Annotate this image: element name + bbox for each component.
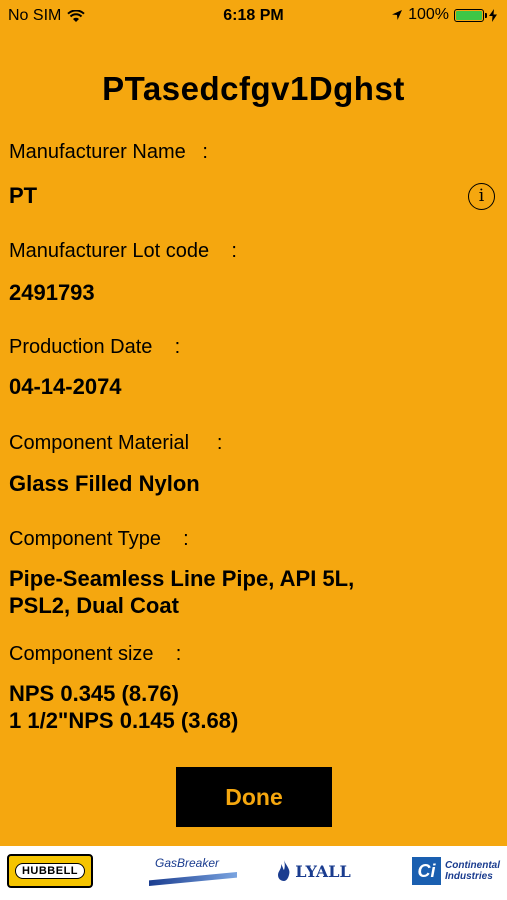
component-size-value: NPS 0.345 (8.76) 1 1/2"NPS 0.145 (3.68) — [9, 681, 239, 733]
manufacturer-name-value: PT — [9, 183, 38, 208]
status-bar: No SIM 6:18 PM 100% — [0, 0, 507, 32]
info-circle-icon: i — [478, 186, 485, 206]
lyall-logo-text: LYALL — [295, 861, 351, 881]
footer-logo-bar: HUBBELL GasBreaker LYALL Ci Continental … — [0, 846, 507, 900]
hubbell-logo-text: HUBBELL — [14, 863, 86, 879]
location-arrow-icon — [392, 10, 403, 20]
continental-mark-icon: Ci — [412, 857, 441, 885]
component-size-label: Component size : — [9, 643, 182, 665]
component-type-value: Pipe-Seamless Line Pipe, API 5L, PSL2, D… — [9, 566, 355, 618]
hubbell-logo[interactable]: HUBBELL — [7, 854, 93, 888]
continental-line2: Industries — [445, 871, 493, 882]
continental-line1: Continental — [445, 860, 500, 871]
battery-percent: 100% — [408, 6, 449, 23]
manufacturer-name-label: Manufacturer Name : — [9, 141, 208, 163]
status-right: 100% — [391, 6, 497, 24]
flame-icon — [278, 860, 290, 881]
production-date-label: Production Date : — [9, 336, 181, 358]
done-button[interactable]: Done — [176, 767, 332, 827]
page-title: PTasedcfgv1Dghst — [102, 70, 405, 107]
lyall-logo[interactable]: LYALL — [269, 854, 359, 888]
gasbreaker-swoosh-icon — [149, 872, 237, 886]
continental-logo[interactable]: Ci Continental Industries — [412, 854, 500, 888]
component-material-value: Glass Filled Nylon — [9, 471, 200, 496]
gasbreaker-logo-text: GasBreaker — [155, 856, 220, 870]
continental-logo-text: Continental Industries — [445, 860, 500, 882]
battery-icon — [454, 8, 487, 22]
component-type-label: Component Type : — [9, 528, 189, 550]
lot-code-value: 2491793 — [9, 280, 95, 305]
charging-bolt-icon — [489, 8, 497, 22]
info-button[interactable]: i — [468, 183, 495, 210]
component-material-label: Component Material : — [9, 432, 223, 454]
lot-code-label: Manufacturer Lot code : — [9, 240, 237, 262]
gasbreaker-logo[interactable]: GasBreaker — [149, 854, 239, 888]
production-date-value: 04-14-2074 — [9, 374, 122, 399]
